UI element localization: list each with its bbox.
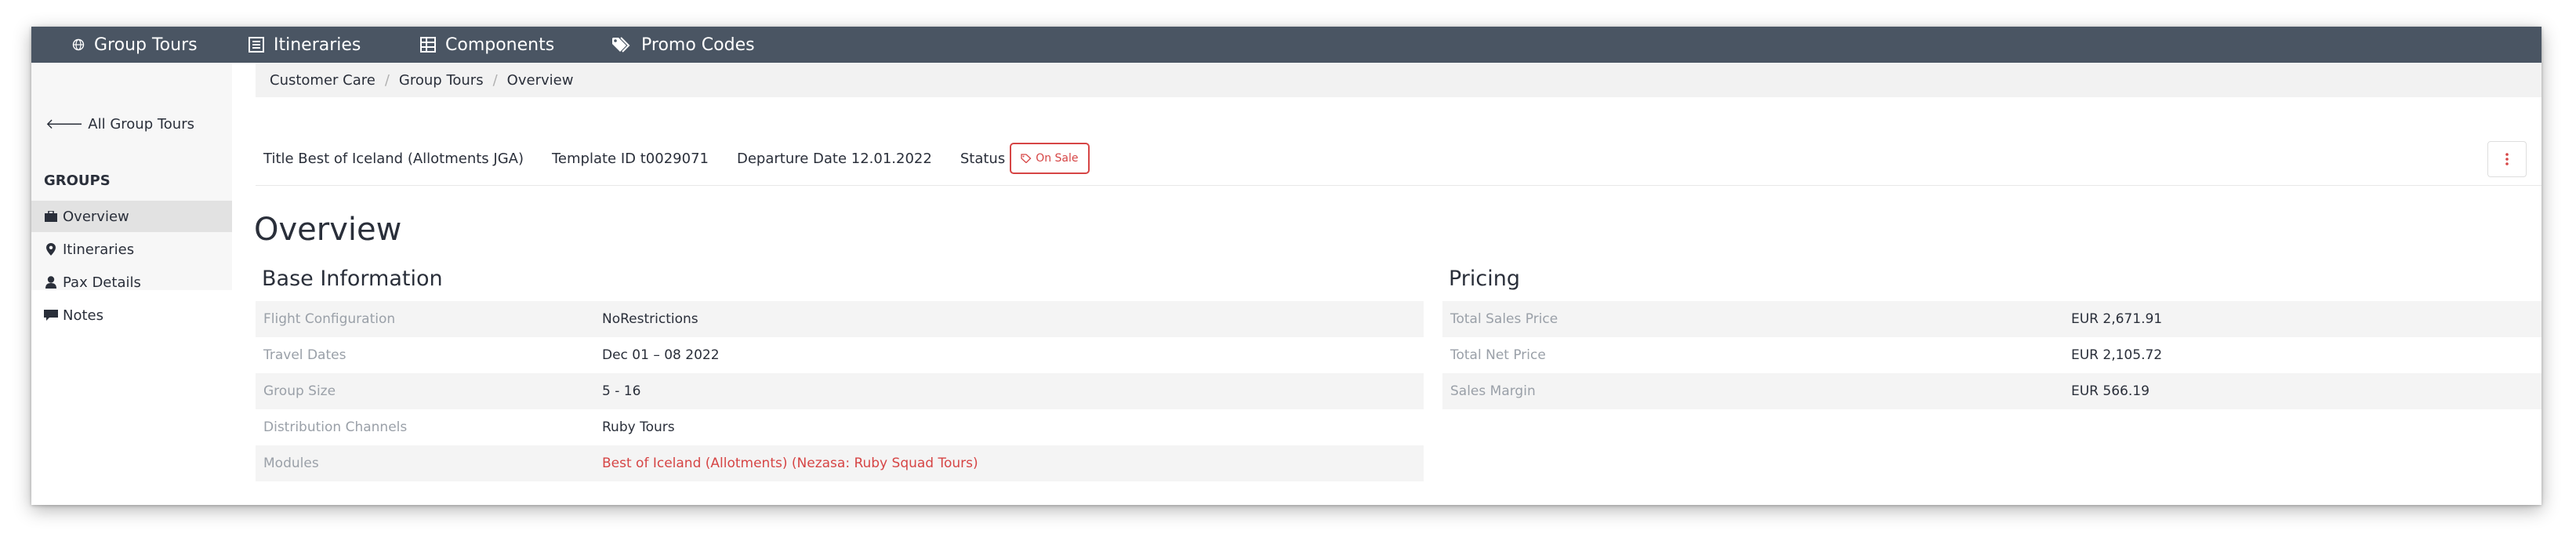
row-value: EUR 566.19 — [2071, 383, 2150, 399]
status-label: Status — [960, 150, 1006, 167]
row-value: Ruby Tours — [602, 419, 675, 435]
pricing-title: Pricing — [1449, 267, 1521, 291]
comment-icon — [44, 308, 58, 322]
app-window: Group Tours Itineraries Components Promo… — [31, 27, 2542, 505]
base-information-title: Base Information — [262, 267, 443, 291]
info-row-flight-configuration: Flight Configuration NoRestrictions — [256, 301, 1424, 337]
row-value: NoRestrictions — [602, 311, 698, 327]
row-value: EUR 2,671.91 — [2071, 311, 2163, 327]
groups-heading: GROUPS — [44, 172, 111, 189]
globe-icon — [72, 38, 85, 51]
row-label: Total Net Price — [1450, 347, 1546, 363]
sidebar: 🡐 All Group Tours GROUPS Overview Itiner… — [31, 63, 232, 324]
sidebar-item-itineraries[interactable]: Itineraries — [31, 234, 232, 265]
row-label: Total Sales Price — [1450, 311, 1558, 327]
table-icon — [420, 37, 436, 53]
nav-label: Group Tours — [94, 34, 198, 55]
breadcrumb-overview: Overview — [506, 71, 574, 89]
breadcrumb-separator: / — [492, 71, 498, 89]
sidebar-item-pax-details[interactable]: Pax Details — [31, 267, 232, 298]
row-value: 5 - 16 — [602, 383, 641, 399]
status-badge: On Sale — [1010, 143, 1090, 174]
nav-label: Itineraries — [274, 34, 361, 55]
status-badge-label: On Sale — [1036, 152, 1079, 165]
nav-promo-codes[interactable]: Promo Codes — [611, 27, 755, 63]
sidebar-item-overview[interactable]: Overview — [31, 201, 232, 232]
row-label: Group Size — [263, 383, 336, 399]
tag-icon — [1021, 154, 1032, 163]
row-value: EUR 2,105.72 — [2071, 347, 2163, 363]
back-link-label: All Group Tours — [88, 116, 194, 133]
info-row-distribution-channels: Distribution Channels Ruby Tours — [256, 409, 1424, 445]
sidebar-item-label: Notes — [63, 307, 103, 324]
list-icon — [249, 37, 264, 53]
breadcrumb: Customer Care / Group Tours / Overview — [256, 63, 2542, 97]
more-options-button[interactable] — [2487, 141, 2527, 177]
page-title: Overview — [254, 212, 402, 248]
user-icon — [44, 275, 58, 289]
row-value: Dec 01 – 08 2022 — [602, 347, 720, 363]
divider — [256, 185, 2542, 186]
sidebar-item-label: Overview — [63, 208, 129, 225]
breadcrumb-separator: / — [384, 71, 390, 89]
arrow-left-icon: 🡐 — [45, 116, 84, 133]
top-navigation: Group Tours Itineraries Components Promo… — [31, 27, 2542, 63]
departure-date: Departure Date 12.01.2022 — [736, 150, 932, 167]
tour-title: Title Best of Iceland (Allotments JGA) — [263, 150, 524, 167]
tags-icon — [611, 37, 632, 53]
row-label: Flight Configuration — [263, 311, 396, 327]
info-row-group-size: Group Size 5 - 16 — [256, 373, 1424, 409]
pricing-row-total-net-price: Total Net Price EUR 2,105.72 — [1442, 337, 2542, 373]
vertical-ellipsis-icon — [2505, 153, 2509, 165]
nav-group-tours[interactable]: Group Tours — [72, 27, 198, 63]
row-label: Distribution Channels — [263, 419, 408, 435]
sidebar-item-label: Pax Details — [63, 274, 141, 291]
pricing-row-sales-margin: Sales Margin EUR 566.19 — [1442, 373, 2542, 409]
row-label: Travel Dates — [263, 347, 346, 363]
breadcrumb-customer-care[interactable]: Customer Care — [270, 72, 376, 89]
pricing-row-total-sales-price: Total Sales Price EUR 2,671.91 — [1442, 301, 2542, 337]
sidebar-item-notes[interactable]: Notes — [31, 300, 232, 331]
tour-info-bar: Title Best of Iceland (Allotments JGA) T… — [263, 141, 1090, 176]
template-id: Template ID t0029071 — [552, 150, 709, 167]
all-group-tours-link[interactable]: 🡐 All Group Tours — [45, 116, 194, 133]
module-link[interactable]: Best of Iceland (Allotments) (Nezasa: Ru… — [602, 456, 978, 471]
nav-label: Components — [445, 34, 555, 55]
briefcase-icon — [44, 209, 58, 223]
nav-components[interactable]: Components — [420, 27, 554, 63]
info-row-travel-dates: Travel Dates Dec 01 – 08 2022 — [256, 337, 1424, 373]
row-label: Modules — [263, 456, 319, 471]
nav-itineraries[interactable]: Itineraries — [249, 27, 361, 63]
info-row-modules: Modules Best of Iceland (Allotments) (Ne… — [256, 445, 1424, 481]
nav-label: Promo Codes — [641, 34, 755, 55]
sidebar-item-label: Itineraries — [63, 241, 135, 258]
map-marker-icon — [44, 242, 58, 256]
breadcrumb-group-tours[interactable]: Group Tours — [399, 72, 484, 89]
row-label: Sales Margin — [1450, 383, 1536, 399]
